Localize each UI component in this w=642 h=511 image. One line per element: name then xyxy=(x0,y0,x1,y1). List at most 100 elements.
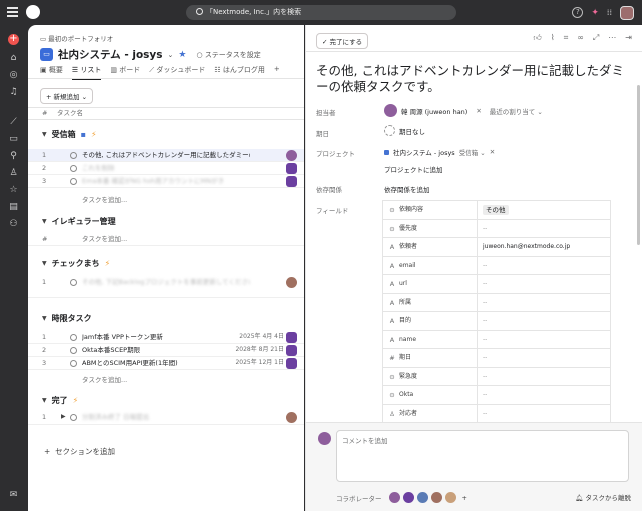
check-icon[interactable] xyxy=(70,414,77,421)
field-value[interactable]: juweon.han@nextmode.co.jp xyxy=(477,238,611,256)
inbox-icon[interactable]: ♫ xyxy=(8,87,19,98)
add-task-link[interactable]: タスクを追加... xyxy=(82,374,127,384)
add-task-link[interactable]: タスクを追加... xyxy=(82,194,127,204)
collaborator-avatar[interactable] xyxy=(402,492,414,503)
due-value[interactable]: 期日なし xyxy=(399,126,425,136)
task-title[interactable]: Ema本番 確認がNG hoh用アカウントにMNがき xyxy=(82,175,250,187)
lightning-icon[interactable]: ⚡ xyxy=(91,130,97,139)
check-icon[interactable] xyxy=(70,334,77,341)
section-timed-tasks[interactable]: ▼ 時限タスク xyxy=(42,313,92,324)
assignee-field[interactable]: 韓 周源 (juweon han) ✕ 最近の割り当て ⌄ xyxy=(384,104,543,117)
lightning-icon[interactable]: ⚡ xyxy=(105,259,111,268)
section-check-waiting[interactable]: ▼ チェックまち ⚡ xyxy=(42,258,110,269)
subtask-icon[interactable]: ⌗ xyxy=(564,33,569,43)
collaborator-avatar[interactable] xyxy=(388,492,400,503)
field-value[interactable]: -- xyxy=(477,293,611,312)
table-row[interactable]: 3 ABMとのSCIM用API更新(1年間) 2025年 12月 1日 xyxy=(28,357,304,370)
assignee-avatar[interactable] xyxy=(286,358,297,369)
teams-icon[interactable]: ⚇ xyxy=(8,219,19,230)
collapse-icon[interactable]: ▼ xyxy=(42,260,47,267)
column-task-name[interactable]: タスク名 xyxy=(57,108,83,119)
check-icon[interactable] xyxy=(70,347,77,354)
table-row[interactable]: 1 その他, これはアドベントカレンダー用に記載したダミーの依 xyxy=(28,149,304,162)
add-task-link[interactable]: タスクを追加... xyxy=(82,233,250,245)
table-row[interactable]: 2 これを削除 xyxy=(28,162,304,175)
mail-icon[interactable]: ✉ xyxy=(8,490,19,501)
field-value[interactable]: -- xyxy=(477,386,611,404)
add-task-row[interactable]: # タスクを追加... xyxy=(28,233,304,246)
help-icon[interactable]: ? xyxy=(572,7,584,18)
task-title[interactable]: 分割済み終了 日報提出 xyxy=(82,411,250,423)
due-field[interactable]: 期日なし xyxy=(384,125,425,136)
collapse-icon[interactable]: ▼ xyxy=(42,315,47,322)
add-dependency-link[interactable]: 依存関係を追加 xyxy=(384,184,430,194)
assignee-avatar[interactable] xyxy=(286,332,297,343)
check-icon[interactable] xyxy=(70,152,77,159)
attach-icon[interactable]: ⌇ xyxy=(551,33,555,43)
assignee-avatar[interactable] xyxy=(286,412,297,423)
collaborator-avatar[interactable] xyxy=(444,492,456,503)
field-value[interactable]: -- xyxy=(477,330,611,349)
due-date[interactable]: 2025年 4月 4日 xyxy=(234,331,284,343)
set-status-button[interactable]: ○ ステータスを設定 xyxy=(196,50,260,60)
breadcrumb[interactable]: ▭ 最初のポートフォリオ xyxy=(40,33,113,43)
collapse-icon[interactable]: ▼ xyxy=(42,218,47,225)
task-title[interactable]: その他, 下記Backlogプロジェクトを事前更新してください xyxy=(82,276,250,288)
create-icon[interactable]: + xyxy=(8,34,19,45)
table-row[interactable]: 1 Jamf本番 VPPトークン更新 2025年 4月 4日 xyxy=(28,331,304,344)
task-title[interactable]: Okta本番SCEP期限 xyxy=(82,344,250,356)
field-value[interactable]: -- xyxy=(477,219,611,238)
table-row[interactable]: 3 Ema本番 確認がNG hoh用アカウントにMNがき xyxy=(28,175,304,188)
project-field[interactable]: 社内システム - josys 受信箱 ⌄ ✕ xyxy=(384,147,495,157)
table-row[interactable]: 1 ▶ 分割済み終了 日報提出 xyxy=(28,411,304,425)
field-value[interactable]: -- xyxy=(477,367,611,386)
field-value[interactable]: -- xyxy=(477,256,611,275)
add-collaborator-icon[interactable]: + xyxy=(462,494,467,502)
task-title[interactable]: その他, これはアドベントカレンダー用に記載したダミーの依 xyxy=(82,149,250,161)
close-panel-icon[interactable]: ⇥ xyxy=(625,33,632,43)
user-avatar[interactable] xyxy=(620,5,634,20)
home-icon[interactable]: ⌂ xyxy=(8,53,19,64)
add-new-button[interactable]: + 新規追加 ⌄ xyxy=(40,88,94,104)
table-row[interactable]: 1 その他, 下記Backlogプロジェクトを事前更新してください xyxy=(28,276,304,298)
assignee-avatar[interactable] xyxy=(286,345,297,356)
project-title[interactable]: 社内システム - josys xyxy=(58,47,163,62)
section-irregular[interactable]: ▼ イレギュラー管理 xyxy=(42,216,116,227)
ai-sparkle-icon[interactable]: ✦ xyxy=(591,8,599,18)
link-icon[interactable]: ∞ xyxy=(577,33,584,43)
task-title[interactable]: Jamf本番 VPPトークン更新 xyxy=(82,331,250,343)
collaborator-avatar[interactable] xyxy=(430,492,442,503)
add-section-button[interactable]: + セクションを追加 xyxy=(44,446,115,457)
collapse-icon[interactable]: ▼ xyxy=(42,397,47,404)
due-date[interactable]: 2025年 12月 1日 xyxy=(234,357,284,369)
comment-input[interactable]: コメントを追加 xyxy=(336,430,629,482)
project-name[interactable]: 社内システム - josys xyxy=(393,147,455,157)
assignee-avatar[interactable] xyxy=(286,176,297,187)
field-value[interactable]: その他 xyxy=(477,201,611,219)
recent-assign-dropdown[interactable]: 最近の割り当て ⌄ xyxy=(490,106,543,116)
close-icon[interactable]: ✕ xyxy=(476,107,481,115)
check-icon[interactable] xyxy=(70,178,77,185)
task-title[interactable]: これを削除 xyxy=(82,162,250,174)
field-value[interactable]: -- xyxy=(477,312,611,330)
check-icon[interactable] xyxy=(70,279,77,286)
check-icon[interactable] xyxy=(70,360,77,367)
goals-icon[interactable]: ⚲ xyxy=(8,151,19,162)
portfolios-icon[interactable]: ▭ xyxy=(8,134,19,145)
projects-icon[interactable]: ▤ xyxy=(8,202,19,213)
task-title[interactable]: その他, これはアドベントカレンダー用に記載したダミーの依頼タスクです。 xyxy=(316,63,636,95)
lightning-icon[interactable]: ⚡ xyxy=(73,396,79,405)
check-icon[interactable] xyxy=(70,165,77,172)
assignee-avatar[interactable] xyxy=(286,163,297,174)
search-input[interactable]: 「Nextmode, Inc.」内を検索 xyxy=(186,5,456,20)
section-inbox[interactable]: ▼ 受信箱 ▪ ⚡ xyxy=(42,129,97,140)
assignee-avatar[interactable] xyxy=(286,150,297,161)
like-icon[interactable]: 👍︎ xyxy=(533,33,541,43)
field-value[interactable]: -- xyxy=(477,349,611,367)
leave-task-button[interactable]: 🔔︎ タスクから離脱 xyxy=(575,492,631,502)
field-value[interactable]: -- xyxy=(477,275,611,293)
due-date[interactable]: 2028年 8月 21日 xyxy=(234,344,284,356)
collapse-icon[interactable]: ▼ xyxy=(42,131,47,138)
expand-icon[interactable]: ⤢ xyxy=(593,33,599,43)
add-to-project-link[interactable]: プロジェクトに追加 xyxy=(384,164,443,174)
